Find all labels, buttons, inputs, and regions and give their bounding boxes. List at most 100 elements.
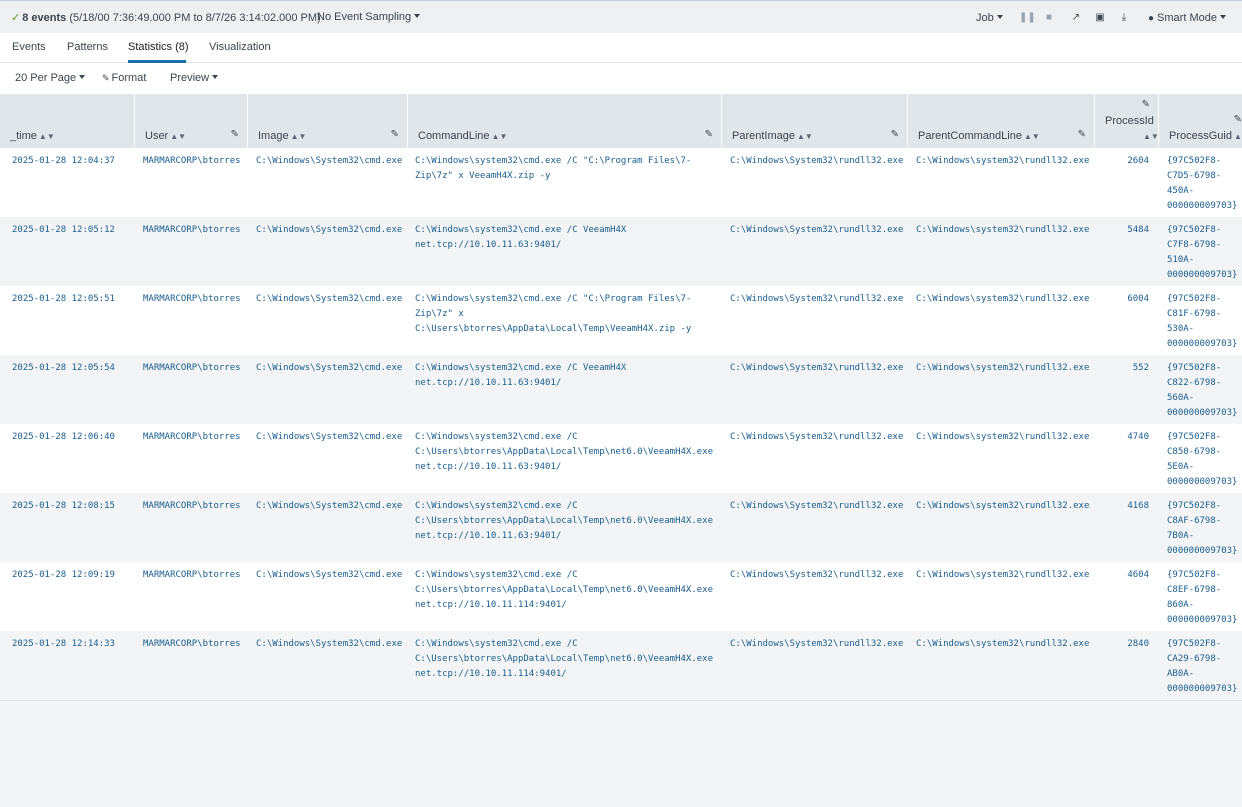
tab-visualization[interactable]: Visualization xyxy=(209,41,271,53)
search-status-bar: ✓ 8 events (5/18/00 7:36:49.000 PM to 8/7… xyxy=(0,0,1242,33)
column-header-time[interactable]: _time ▲▼ xyxy=(0,94,134,148)
parentimage-cell[interactable]: C:\Windows\System32\rundll32.exe xyxy=(730,499,903,514)
column-header-processid[interactable]: ProcessId ▲▼ ✎ xyxy=(1094,94,1159,148)
tab-patterns[interactable]: Patterns xyxy=(67,41,108,53)
processguid-cell[interactable]: {97C502F8- C7F8-6798- 510A- 000000009703… xyxy=(1167,223,1237,283)
parentcommandline-cell[interactable]: C:\Windows\system32\rundll32.exe xyxy=(916,361,1089,376)
parentimage-cell[interactable]: C:\Windows\System32\rundll32.exe xyxy=(730,637,903,652)
commandline-cell[interactable]: C:\Windows\system32\cmd.exe /C "C:\Progr… xyxy=(415,154,691,184)
parentimage-cell[interactable]: C:\Windows\System32\rundll32.exe xyxy=(730,223,903,238)
parentcommandline-cell[interactable]: C:\Windows\system32\rundll32.exe xyxy=(916,430,1089,445)
commandline-cell[interactable]: C:\Windows\system32\cmd.exe /C C:\Users\… xyxy=(415,499,713,544)
column-header-processguid[interactable]: ProcessGuid▲▼ ✎ xyxy=(1158,94,1242,148)
processguid-cell[interactable]: {97C502F8- CA29-6798- AB0A- 000000009703… xyxy=(1167,637,1237,697)
column-header-image[interactable]: Image ▲▼ ✎ xyxy=(247,94,407,148)
time-cell[interactable]: 2025-01-28 12:05:51 xyxy=(12,292,115,307)
image-cell[interactable]: C:\Windows\System32\cmd.exe xyxy=(256,223,402,238)
per-page-dropdown[interactable]: 20 Per Page xyxy=(15,72,86,84)
processguid-cell[interactable]: {97C502F8- C8EF-6798- 860A- 000000009703… xyxy=(1167,568,1237,628)
stop-icon[interactable]: ■ xyxy=(1043,12,1055,24)
image-cell[interactable]: C:\Windows\System32\cmd.exe xyxy=(256,361,402,376)
time-cell[interactable]: 2025-01-28 12:05:12 xyxy=(12,223,115,238)
user-cell[interactable]: MARMARCORP\btorres xyxy=(143,223,241,238)
format-button[interactable]: ✎ Format xyxy=(102,72,146,84)
export-icon[interactable]: ⤓ xyxy=(1118,12,1130,24)
time-cell[interactable]: 2025-01-28 12:14:33 xyxy=(12,637,115,652)
user-cell[interactable]: MARMARCORP\btorres xyxy=(143,637,241,652)
column-header-user[interactable]: User ▲▼ ✎ xyxy=(134,94,247,148)
image-cell[interactable]: C:\Windows\System32\cmd.exe xyxy=(256,568,402,583)
sort-icon: ▲▼ xyxy=(290,132,307,141)
job-menu[interactable]: Job xyxy=(976,12,1003,24)
pencil-icon[interactable]: ✎ xyxy=(891,129,899,140)
processid-cell[interactable]: 2604 xyxy=(1099,154,1149,169)
processid-cell[interactable]: 4168 xyxy=(1099,499,1149,514)
search-mode-dropdown[interactable]: ● Smart Mode xyxy=(1148,12,1226,24)
processguid-cell[interactable]: {97C502F8- C850-6798- 5E0A- 000000009703… xyxy=(1167,430,1237,490)
parentimage-cell[interactable]: C:\Windows\System32\rundll32.exe xyxy=(730,430,903,445)
time-cell[interactable]: 2025-01-28 12:09:19 xyxy=(12,568,115,583)
processid-cell[interactable]: 4740 xyxy=(1099,430,1149,445)
commandline-cell[interactable]: C:\Windows\system32\cmd.exe /C C:\Users\… xyxy=(415,430,713,475)
user-cell[interactable]: MARMARCORP\btorres xyxy=(143,499,241,514)
image-cell[interactable]: C:\Windows\System32\cmd.exe xyxy=(256,637,402,652)
parentimage-cell[interactable]: C:\Windows\System32\rundll32.exe xyxy=(730,361,903,376)
parentcommandline-cell[interactable]: C:\Windows\system32\rundll32.exe xyxy=(916,568,1089,583)
parentcommandline-cell[interactable]: C:\Windows\system32\rundll32.exe xyxy=(916,292,1089,307)
image-cell[interactable]: C:\Windows\System32\cmd.exe xyxy=(256,154,402,169)
column-header-parentimage[interactable]: ParentImage ▲▼ ✎ xyxy=(721,94,907,148)
pencil-icon[interactable]: ✎ xyxy=(1142,99,1150,110)
print-icon[interactable]: ▣ xyxy=(1094,12,1106,24)
statistics-table: _time ▲▼ User ▲▼ ✎ Image ▲▼ ✎ CommandLine ▲▼… xyxy=(0,94,1242,701)
sort-icon: ▲▼ xyxy=(491,132,508,141)
event-summary[interactable]: ✓ 8 events (5/18/00 7:36:49.000 PM to 8/7… xyxy=(11,11,321,24)
event-sampling-dropdown[interactable]: No Event Sampling xyxy=(317,11,421,23)
commandline-cell[interactable]: C:\Windows\system32\cmd.exe /C VeeamH4X … xyxy=(415,223,626,253)
tab-events[interactable]: Events xyxy=(12,41,46,53)
image-cell[interactable]: C:\Windows\System32\cmd.exe xyxy=(256,499,402,514)
pencil-icon[interactable]: ✎ xyxy=(231,129,239,140)
image-cell[interactable]: C:\Windows\System32\cmd.exe xyxy=(256,430,402,445)
parentimage-cell[interactable]: C:\Windows\System32\rundll32.exe xyxy=(730,568,903,583)
parentimage-cell[interactable]: C:\Windows\System32\rundll32.exe xyxy=(730,154,903,169)
processid-cell[interactable]: 552 xyxy=(1099,361,1149,376)
share-icon[interactable]: ↗ xyxy=(1070,12,1082,24)
processguid-cell[interactable]: {97C502F8- C7D5-6798- 450A- 000000009703… xyxy=(1167,154,1237,214)
time-cell[interactable]: 2025-01-28 12:08:15 xyxy=(12,499,115,514)
processguid-cell[interactable]: {97C502F8- C822-6798- 560A- 000000009703… xyxy=(1167,361,1237,421)
column-header-commandline[interactable]: CommandLine ▲▼ ✎ xyxy=(407,94,721,148)
commandline-cell[interactable]: C:\Windows\system32\cmd.exe /C VeeamH4X … xyxy=(415,361,626,391)
pencil-icon[interactable]: ✎ xyxy=(1234,114,1242,125)
parentcommandline-cell[interactable]: C:\Windows\system32\rundll32.exe xyxy=(916,223,1089,238)
time-cell[interactable]: 2025-01-28 12:05:54 xyxy=(12,361,115,376)
processid-cell[interactable]: 2840 xyxy=(1099,637,1149,652)
pause-icon[interactable]: ❚❚ xyxy=(1019,12,1036,24)
processid-cell[interactable]: 6004 xyxy=(1099,292,1149,307)
time-cell[interactable]: 2025-01-28 12:06:40 xyxy=(12,430,115,445)
processguid-cell[interactable]: {97C502F8- C8AF-6798- 7B0A- 000000009703… xyxy=(1167,499,1237,559)
tab-statistics[interactable]: Statistics (8) xyxy=(128,41,189,53)
user-cell[interactable]: MARMARCORP\btorres xyxy=(143,154,241,169)
image-cell[interactable]: C:\Windows\System32\cmd.exe xyxy=(256,292,402,307)
commandline-cell[interactable]: C:\Windows\system32\cmd.exe /C C:\Users\… xyxy=(415,637,713,682)
preview-dropdown[interactable]: Preview xyxy=(170,72,219,84)
time-cell[interactable]: 2025-01-28 12:04:37 xyxy=(12,154,115,169)
pencil-icon[interactable]: ✎ xyxy=(705,129,713,140)
parentcommandline-cell[interactable]: C:\Windows\system32\rundll32.exe xyxy=(916,499,1089,514)
pencil-icon[interactable]: ✎ xyxy=(1078,129,1086,140)
user-cell[interactable]: MARMARCORP\btorres xyxy=(143,430,241,445)
pencil-icon[interactable]: ✎ xyxy=(391,129,399,140)
processid-cell[interactable]: 4604 xyxy=(1099,568,1149,583)
column-header-parentcommandline[interactable]: ParentCommandLine ▲▼ ✎ xyxy=(907,94,1094,148)
parentcommandline-cell[interactable]: C:\Windows\system32\rundll32.exe xyxy=(916,637,1089,652)
commandline-cell[interactable]: C:\Windows\system32\cmd.exe /C C:\Users\… xyxy=(415,568,713,613)
parentimage-cell[interactable]: C:\Windows\System32\rundll32.exe xyxy=(730,292,903,307)
processid-cell[interactable]: 5484 xyxy=(1099,223,1149,238)
user-cell[interactable]: MARMARCORP\btorres xyxy=(143,292,241,307)
user-cell[interactable]: MARMARCORP\btorres xyxy=(143,361,241,376)
sort-icon: ▲▼ xyxy=(1023,132,1040,141)
processguid-cell[interactable]: {97C502F8- C81F-6798- 530A- 000000009703… xyxy=(1167,292,1237,352)
parentcommandline-cell[interactable]: C:\Windows\system32\rundll32.exe xyxy=(916,154,1089,169)
commandline-cell[interactable]: C:\Windows\system32\cmd.exe /C "C:\Progr… xyxy=(415,292,691,337)
user-cell[interactable]: MARMARCORP\btorres xyxy=(143,568,241,583)
